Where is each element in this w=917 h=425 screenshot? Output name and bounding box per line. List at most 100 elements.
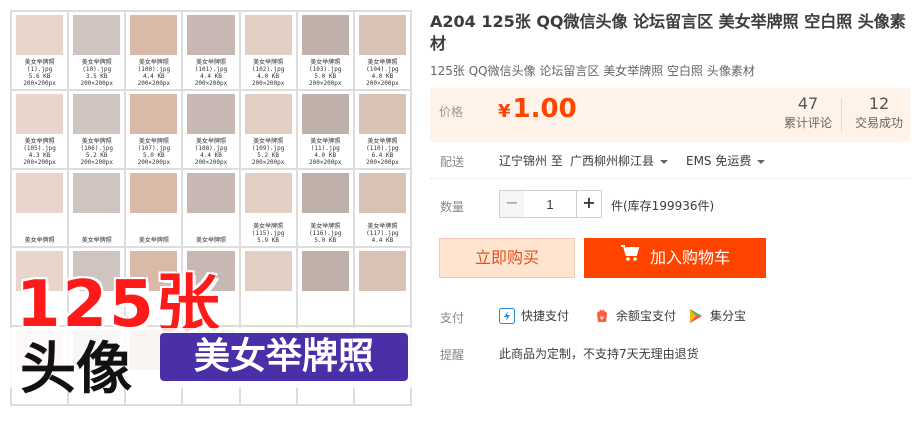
thumbnail-file: (1).jpg: [26, 65, 53, 73]
thumbnail-dim: 200×200px: [23, 158, 56, 166]
price-amount: 1.00: [512, 94, 577, 124]
stock-text: 件(库存199936件): [611, 199, 715, 213]
add-to-cart-button[interactable]: 加入购物车: [584, 238, 766, 278]
thumbnail-name: 美女举牌照: [24, 137, 55, 145]
reviews-count: 47: [797, 94, 819, 113]
thumbnail-name: 美女举牌照: [24, 237, 55, 245]
thumbnail: 美女举牌照: [183, 169, 239, 247]
thumbnail: 美女举牌照 (100).jpg 4.4 KB 200×200px: [126, 12, 182, 89]
thumbnail-name: 美女举牌照: [138, 58, 169, 66]
thumbnail: 美女举牌照 (10).jpg 3.5 KB 200×200px: [69, 12, 125, 89]
thumbnail-photo: [244, 172, 292, 213]
thumbnail-photo: [187, 172, 235, 213]
product-main-image[interactable]: 美女举牌照 (1).jpg 5.6 KB 200×200px 美女举牌照 (10).jpg…: [10, 10, 412, 406]
thumbnail: 美女举牌照 (115).jpg 5.9 KB: [240, 169, 296, 247]
thumbnail-file: (116).jpg: [309, 230, 342, 238]
thumbnail-name: 美女举牌照: [253, 223, 284, 231]
thumbnail-photo: [73, 15, 121, 55]
svg-text:¥: ¥: [600, 314, 605, 322]
thumbnail-file: (105).jpg: [23, 144, 56, 152]
thumbnail-dim: 200×200px: [194, 158, 228, 166]
thumbnail-caption: 美女举牌照: [69, 237, 124, 244]
quantity-input[interactable]: [524, 190, 576, 218]
thumbnail-caption: 美女举牌照 (1).jpg 5.6 KB 200×200px: [12, 59, 67, 87]
thumbnail-size: 4.0 KB: [257, 72, 279, 80]
thumbnail-photo: [73, 93, 121, 134]
payment-label: 支付: [440, 311, 465, 325]
sales-count: 12: [868, 94, 890, 113]
thumbnail-name: 美女举牌照: [310, 137, 341, 145]
chevron-down-icon: [757, 159, 766, 164]
thumbnail-caption: 美女举牌照 (103).jpg 5.0 KB 200×200px: [298, 59, 353, 87]
thumbnail-photo: [301, 251, 349, 292]
quantity-decrease-button[interactable]: −: [499, 190, 525, 218]
reviews-stat[interactable]: 47 累计评论: [778, 94, 838, 131]
thumbnail: 美女举牌照 (109).jpg 5.2 KB 200×200px: [240, 90, 296, 168]
jifenbao-option[interactable]: 集分宝: [688, 306, 746, 326]
price-panel: 价格 ¥1.00 47 累计评论 12 交易成功: [430, 88, 910, 142]
thumbnail-size: 4.4 KB: [371, 237, 394, 245]
thumbnail-photo: [73, 172, 121, 213]
thumbnail-file: (108).jpg: [194, 144, 228, 152]
thumbnail: 美女举牌照 (106).jpg 5.2 KB 200×200px: [69, 90, 125, 168]
shipping-label: 配送: [440, 155, 465, 169]
buy-now-button[interactable]: 立即购买: [439, 238, 575, 278]
ship-from: 辽宁锦州 至: [499, 154, 563, 168]
thumbnail-file: (11).jpg: [310, 144, 340, 152]
thumbnail-name: 美女举牌照: [138, 237, 169, 245]
thumbnail-dim: 200×200px: [80, 79, 113, 87]
thumbnail: 美女举牌照: [12, 169, 68, 247]
quick-pay-option[interactable]: 快捷支付: [499, 306, 569, 326]
thumbnail-name: 美女举牌照: [81, 237, 112, 245]
thumbnail-size: 5.0 KB: [314, 72, 337, 80]
thumbnail-name: 美女举牌照: [138, 137, 169, 145]
thumbnail-size: 5.0 KB: [143, 151, 165, 159]
yuebao-label: 余额宝支付: [616, 309, 677, 323]
divider: [430, 178, 910, 179]
product-title: A204 125张 QQ微信头像 论坛留言区 美女举牌照 空白照 头像素材: [430, 12, 906, 53]
thumbnail: [354, 248, 410, 326]
thumbnail-dim: 200×200px: [251, 79, 285, 87]
thumbnail-caption: 美女举牌照 (108).jpg 4.4 KB 200×200px: [183, 138, 238, 166]
thumbnail-dim: 200×200px: [23, 79, 56, 87]
thumbnail-size: 5.9 KB: [257, 237, 279, 245]
product-subtitle: 125张 QQ微信头像 论坛留言区 美女举牌照 空白照 头像素材: [430, 64, 755, 78]
reminder-label: 提醒: [440, 348, 465, 362]
thumbnail: 美女举牌照 (11).jpg 4.0 KB 200×200px: [297, 90, 353, 168]
thumbnail: 美女举牌照: [126, 169, 182, 247]
thumbnail-photo: [130, 172, 178, 213]
stat-divider: [841, 98, 842, 132]
thumbnail-caption: 美女举牌照 (10).jpg 3.5 KB 200×200px: [69, 59, 124, 87]
thumbnail-dim: 200×200px: [251, 158, 285, 166]
ship-method-select[interactable]: EMS 免运费: [686, 152, 766, 169]
thumbnail-photo: [358, 172, 406, 213]
thumbnail-file: (106).jpg: [80, 144, 113, 152]
thumbnail-dim: 200×200px: [309, 79, 342, 87]
thumbnail-file: (100).jpg: [137, 65, 171, 73]
thumbnail: 美女举牌照: [69, 169, 125, 247]
sales-label: 交易成功: [854, 116, 903, 130]
yuebao-option[interactable]: ¥ 余额宝支付: [594, 306, 676, 326]
thumbnail-name: 美女举牌照: [310, 223, 341, 231]
quantity-increase-button[interactable]: +: [576, 190, 602, 218]
thumbnail-name: 美女举牌照: [310, 58, 341, 66]
thumbnail: 美女举牌照 (107).jpg 5.0 KB 200×200px: [126, 90, 182, 168]
quick-pay-icon: [499, 307, 515, 324]
thumbnail-size: 4.0 KB: [314, 151, 337, 159]
thumbnail-photo: [358, 251, 406, 292]
reviews-label: 累计评论: [783, 116, 832, 130]
thumbnail-name: 美女举牌照: [81, 137, 112, 145]
thumbnail-caption: 美女举牌照 (117).jpg 4.4 KB: [355, 223, 410, 244]
thumbnail-dim: 200×200px: [194, 79, 228, 87]
thumbnail: [297, 248, 353, 326]
thumbnail: 美女举牌照 (110).jpg 6.4 KB 200×200px: [354, 90, 410, 168]
thumbnail-name: 美女举牌照: [81, 58, 112, 66]
thumbnail-size: 4.0 KB: [371, 72, 394, 80]
thumbnail-size: 5.2 KB: [257, 151, 279, 159]
shopping-cart-icon: [620, 237, 640, 277]
ship-method-text: EMS 免运费: [686, 154, 752, 168]
thumbnail-photo: [187, 93, 235, 134]
ship-to-select[interactable]: 广西柳州柳江县: [570, 152, 669, 169]
sales-stat[interactable]: 12 交易成功: [848, 94, 910, 131]
thumbnail-name: 美女举牌照: [24, 58, 55, 66]
